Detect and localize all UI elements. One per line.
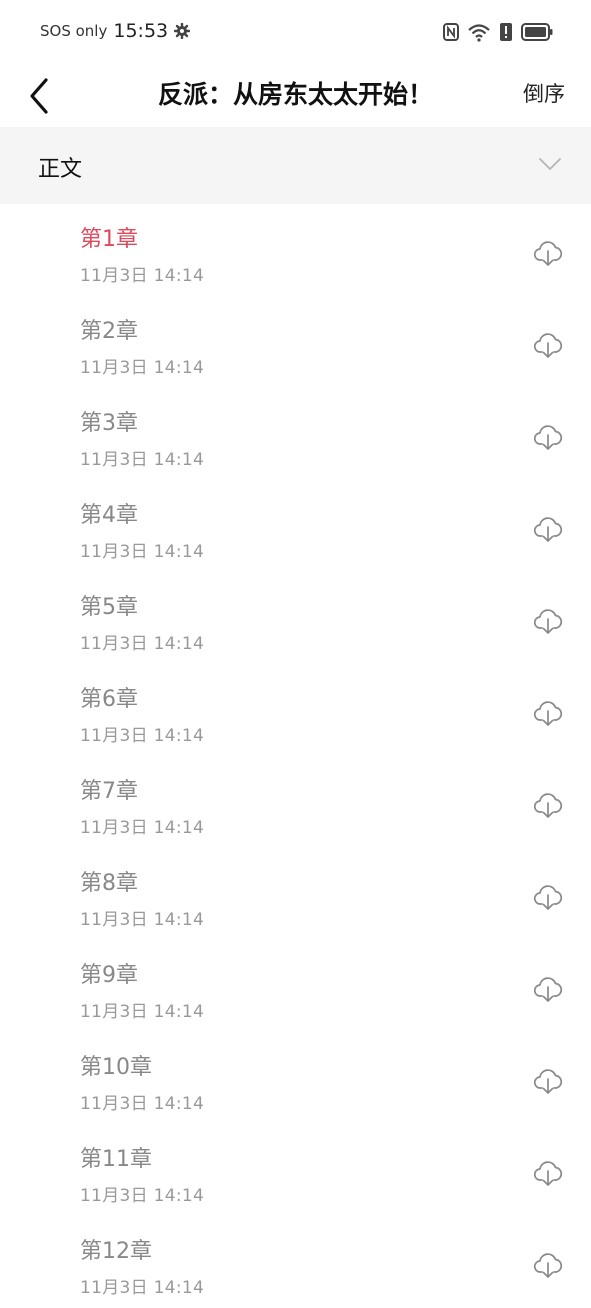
status-right [443, 22, 553, 46]
chapter-title: 第3章 [80, 411, 138, 436]
chapter-row[interactable]: 第6章 11月3日 14:14 [0, 664, 591, 756]
chapter-time: 11月3日 14:14 [80, 450, 205, 470]
chevron-down-icon[interactable] [539, 156, 561, 175]
chapter-title: 第12章 [80, 1239, 152, 1264]
chapter-time: 11月3日 14:14 [80, 910, 205, 930]
nfc-icon [443, 22, 459, 46]
chapter-row[interactable]: 第1章 11月3日 14:14 [0, 204, 591, 296]
chapter-title: 第1章 [80, 227, 138, 252]
chapter-title: 第11章 [80, 1147, 152, 1172]
alert-icon [499, 22, 513, 46]
clock: 15:53 [113, 20, 169, 42]
status-bar: SOS only 15:53 [0, 0, 591, 66]
cloud-download-icon[interactable] [533, 790, 563, 820]
chapter-row[interactable]: 第3章 11月3日 14:14 [0, 388, 591, 480]
page-title: 反派：从房东太太开始！ [157, 80, 433, 109]
chapter-row[interactable]: 第4章 11月3日 14:14 [0, 480, 591, 572]
chapter-row[interactable]: 第10章 11月3日 14:14 [0, 1032, 591, 1124]
cloud-download-icon[interactable] [533, 1158, 563, 1188]
gear-icon [174, 23, 191, 39]
chapter-title: 第2章 [80, 319, 138, 344]
cloud-download-icon[interactable] [533, 514, 563, 544]
chapter-title: 第6章 [80, 687, 138, 712]
cloud-download-icon[interactable] [533, 1066, 563, 1096]
status-left: SOS only 15:53 [40, 20, 191, 42]
header: 反派：从房东太太开始！ 倒序 [0, 66, 591, 126]
cloud-download-icon[interactable] [533, 1250, 563, 1280]
chapter-time: 11月3日 14:14 [80, 1186, 205, 1206]
chapter-time: 11月3日 14:14 [80, 1002, 205, 1022]
chapter-title: 第8章 [80, 871, 138, 896]
chapter-time: 11月3日 14:14 [80, 1094, 205, 1114]
volume-section[interactable]: 正文 [0, 127, 591, 204]
carrier-text: SOS only [40, 22, 108, 40]
chapter-row[interactable]: 第9章 11月3日 14:14 [0, 940, 591, 1032]
cloud-download-icon[interactable] [533, 238, 563, 268]
cloud-download-icon[interactable] [533, 698, 563, 728]
chapter-time: 11月3日 14:14 [80, 818, 205, 838]
cloud-download-icon[interactable] [533, 422, 563, 452]
chapter-time: 11月3日 14:14 [80, 1278, 205, 1298]
chapter-title: 第10章 [80, 1055, 152, 1080]
cloud-download-icon[interactable] [533, 330, 563, 360]
section-label: 正文 [38, 157, 83, 182]
chapter-title: 第5章 [80, 595, 138, 620]
chapter-time: 11月3日 14:14 [80, 634, 205, 654]
chapter-time: 11月3日 14:14 [80, 266, 205, 286]
cloud-download-icon[interactable] [533, 974, 563, 1004]
reverse-order-button[interactable]: 倒序 [523, 78, 565, 108]
chapter-title: 第4章 [80, 503, 138, 528]
chapter-row[interactable]: 第8章 11月3日 14:14 [0, 848, 591, 940]
chapter-row[interactable]: 第5章 11月3日 14:14 [0, 572, 591, 664]
chapter-row[interactable]: 第11章 11月3日 14:14 [0, 1124, 591, 1216]
chapter-time: 11月3日 14:14 [80, 358, 205, 378]
cloud-download-icon[interactable] [533, 606, 563, 636]
chapter-time: 11月3日 14:14 [80, 726, 205, 746]
wifi-icon [467, 22, 491, 46]
battery-icon [521, 23, 553, 45]
chapter-row[interactable]: 第12章 11月3日 14:14 [0, 1216, 591, 1308]
chapter-title: 第9章 [80, 963, 138, 988]
chapter-row[interactable]: 第7章 11月3日 14:14 [0, 756, 591, 848]
cloud-download-icon[interactable] [533, 882, 563, 912]
chapter-title: 第7章 [80, 779, 138, 804]
chapter-time: 11月3日 14:14 [80, 542, 205, 562]
chapter-row[interactable]: 第2章 11月3日 14:14 [0, 296, 591, 388]
chapter-list: 第1章 11月3日 14:14 第2章 11月3日 14:14 第3章 11月3… [0, 204, 591, 1308]
